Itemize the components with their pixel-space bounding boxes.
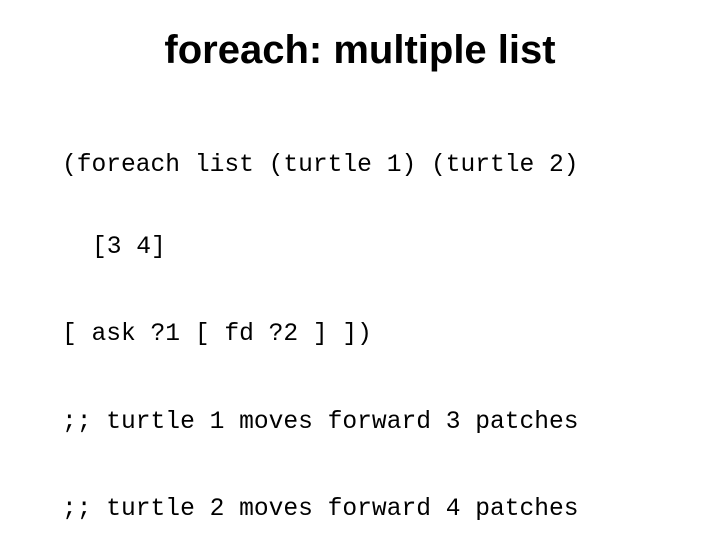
code-comment-turtle-2: ;; turtle 2 moves forward 4 patches [62,496,579,523]
code-example: (foreach list (turtle 1) (turtle 2) [3 4… [62,95,579,554]
code-line-foreach-call: (foreach list (turtle 1) (turtle 2) [62,152,579,179]
code-line-command-block: [ ask ?1 [ fd ?2 ] ]) [62,321,372,348]
code-comment-turtle-1: ;; turtle 1 moves forward 3 patches [62,408,579,436]
code-line-list-literal: [3 4] [92,233,166,261]
slide-title: foreach: multiple list [164,28,556,72]
